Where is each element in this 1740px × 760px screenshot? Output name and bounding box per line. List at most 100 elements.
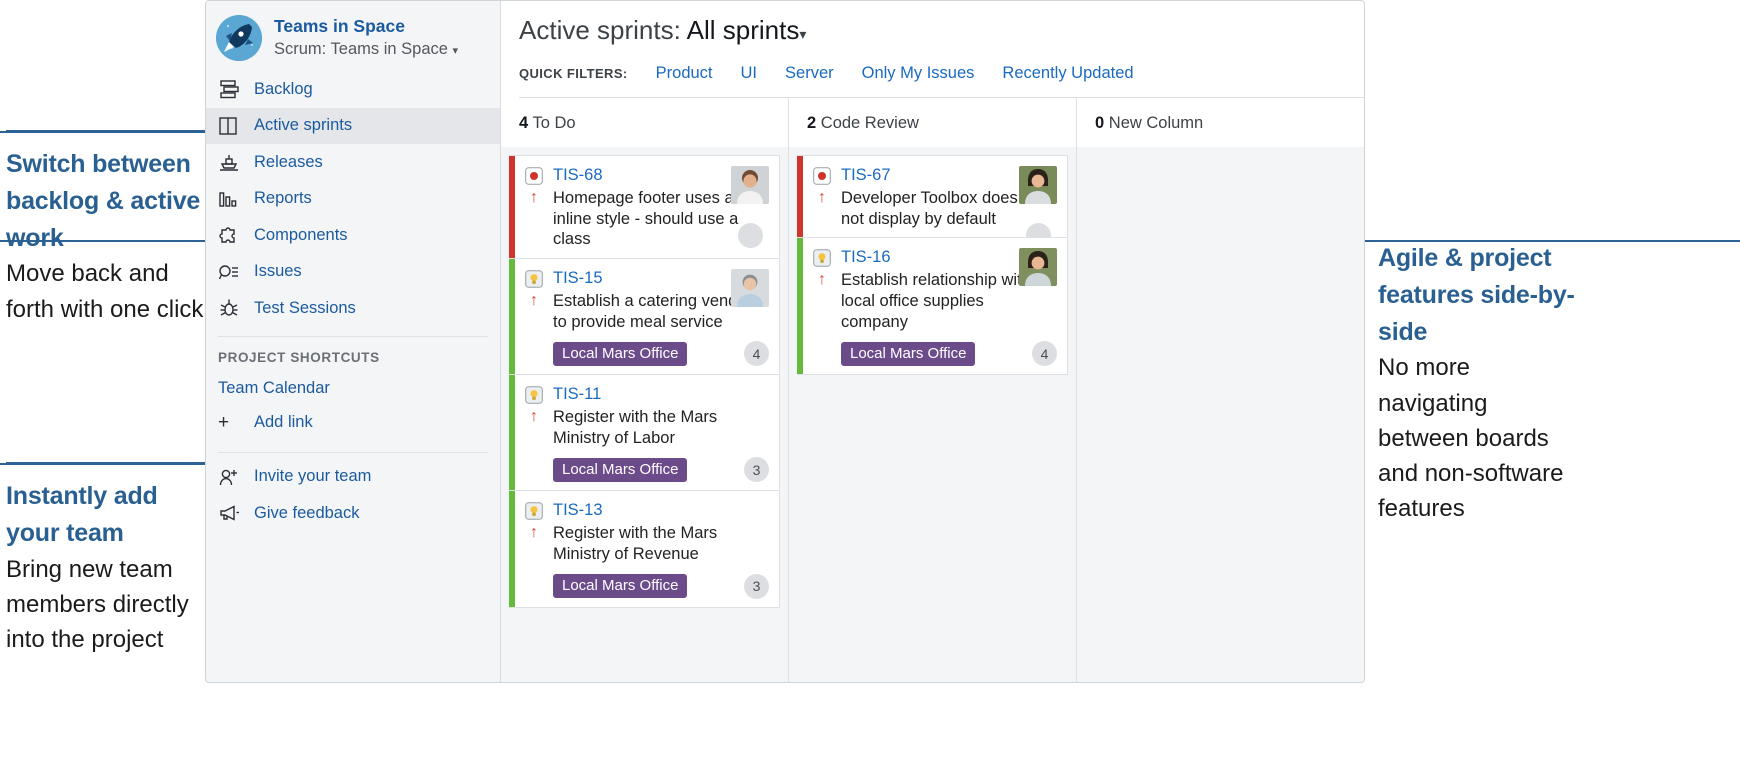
column-name: Code Review — [820, 114, 919, 132]
annotation-rule — [6, 462, 206, 464]
sidebar-item-active-sprints[interactable]: Active sprints — [206, 107, 500, 144]
sidebar-item-backlog[interactable]: Backlog — [206, 71, 500, 108]
avatar — [1019, 248, 1057, 287]
sidebar-item-issues[interactable]: Issues — [206, 254, 500, 291]
sidebar-item-components[interactable]: Components — [206, 217, 500, 254]
card-summary: Register with the Mars Ministry of Labor — [553, 408, 718, 447]
card-assignee[interactable] — [1019, 248, 1057, 287]
chevron-down-icon: ▾ — [452, 45, 459, 58]
sidebar-item-test-sessions[interactable]: Test Sessions — [206, 290, 500, 327]
annotation-agile-side-by-side: Agile & project features side-by-side No… — [1378, 240, 1578, 527]
card-summary: Developer Toolbox does not display by de… — [841, 189, 1018, 228]
card-assignee[interactable] — [1019, 166, 1057, 248]
plus-icon: + — [218, 411, 230, 433]
annotation-body: No more navigating between boards and no… — [1378, 354, 1564, 523]
page-title: Active sprints: All sprints▾ — [519, 15, 1364, 46]
priority-up-icon: ↑ — [530, 189, 538, 206]
card-estimate[interactable]: 3 — [744, 457, 769, 483]
bar-chart-icon — [218, 189, 248, 209]
priority-up-icon: ↑ — [818, 271, 826, 289]
card-summary: Establish relationship with local office… — [841, 271, 1031, 331]
card-label[interactable]: Local Mars Office — [553, 457, 688, 482]
column-header: 0 New Column — [1077, 98, 1364, 147]
story-icon — [525, 270, 543, 288]
quick-filters-label: QUICK FILTERS: — [519, 66, 628, 81]
card-assignee[interactable] — [731, 166, 769, 248]
annotation-switch-backlog: Switch between backlog & active work Mov… — [6, 130, 206, 327]
quick-filter-ui[interactable]: UI — [741, 64, 758, 83]
column-header: 2 Code Review — [789, 98, 1076, 147]
column-cards[interactable]: TIS-68 ↑ Homepage footer uses an inline … — [501, 147, 788, 682]
card-summary: Register with the Mars Ministry of Reven… — [553, 524, 718, 563]
project-avatar-rocket-icon — [216, 15, 262, 61]
add-link-button[interactable]: + Add link — [206, 403, 500, 443]
card-key[interactable]: TIS-13 — [553, 501, 603, 520]
quick-filter-server[interactable]: Server — [785, 64, 834, 83]
column-count: 4 — [519, 114, 529, 132]
sidebar-item-invite-your-team[interactable]: Invite your team — [206, 459, 500, 496]
card-key[interactable]: TIS-68 — [553, 166, 603, 185]
board-columns-icon — [218, 116, 248, 136]
card-estimate[interactable]: 3 — [744, 573, 769, 599]
card-key[interactable]: TIS-15 — [553, 269, 603, 288]
card-estimate[interactable]: 4 — [1032, 341, 1057, 367]
sidebar-item-label: Reports — [254, 189, 312, 208]
column-cards[interactable]: TIS-67 ↑ Developer Toolbox does not disp… — [789, 147, 1076, 682]
sidebar-item-label: Releases — [254, 152, 323, 171]
board-card[interactable]: TIS-13 ↑ Register with the Mars Ministry… — [509, 490, 780, 608]
bug-icon — [525, 167, 543, 185]
card-assignee[interactable] — [731, 268, 769, 307]
add-link-label: Add link — [254, 413, 313, 431]
annotation-body: Bring new team members directly into the… — [6, 555, 189, 654]
column-name: New Column — [1108, 114, 1204, 132]
card-key[interactable]: TIS-16 — [841, 248, 891, 267]
annotation-body: Move back and forth with one click — [6, 260, 204, 323]
quick-filters-bar: QUICK FILTERS: Product UI Server Only My… — [519, 64, 1364, 98]
project-header[interactable]: Teams in Space Scrum: Teams in Space ▾ — [206, 9, 500, 71]
sidebar-shortcut-team-calendar[interactable]: Team Calendar — [206, 374, 500, 403]
board-card[interactable]: TIS-16 ↑ Establish relationship with loc… — [797, 237, 1068, 376]
sidebar-item-releases[interactable]: Releases — [206, 144, 500, 181]
board-card[interactable]: TIS-15 ↑ Establish a catering vendor to … — [509, 257, 780, 376]
sidebar-item-reports[interactable]: Reports — [206, 181, 500, 218]
card-estimate[interactable]: 4 — [744, 341, 769, 367]
quick-filter-only-my-issues[interactable]: Only My Issues — [862, 64, 975, 83]
card-label[interactable]: Local Mars Office — [553, 574, 688, 599]
project-shortcuts-heading: PROJECT SHORTCUTS — [218, 349, 380, 365]
sidebar-item-label: Invite your team — [254, 467, 372, 486]
card-label[interactable]: Local Mars Office — [841, 341, 976, 366]
card-key[interactable]: TIS-11 — [553, 385, 601, 404]
sprint-selector[interactable]: All sprints — [687, 15, 800, 45]
chevron-down-icon[interactable]: ▾ — [799, 26, 806, 42]
board-columns: 4 To Do TIS-68 ↑ Homepage footer uses an… — [501, 98, 1364, 682]
column-count: 0 — [1095, 114, 1105, 132]
board-card[interactable]: TIS-67 ↑ Developer Toolbox does not disp… — [797, 155, 1068, 248]
quick-filter-product[interactable]: Product — [656, 64, 713, 83]
sidebar-item-give-feedback[interactable]: Give feedback — [206, 495, 500, 532]
project-board-selector[interactable]: Scrum: Teams in Space ▾ — [274, 40, 458, 60]
puzzle-piece-icon — [218, 225, 248, 245]
board-card[interactable]: TIS-68 ↑ Homepage footer uses an inline … — [509, 155, 780, 259]
card-label[interactable]: Local Mars Office — [553, 341, 688, 366]
avatar — [731, 268, 769, 307]
board-card[interactable]: TIS-11 ↑ Register with the Mars Ministry… — [509, 374, 780, 492]
card-key[interactable]: TIS-67 — [841, 166, 891, 185]
sidebar-item-label: Active sprints — [254, 116, 353, 135]
search-list-icon — [218, 262, 248, 282]
column-cards[interactable] — [1077, 147, 1364, 682]
annotation-title: Switch between backlog & active work — [6, 150, 201, 252]
card-summary: Homepage footer uses an inline style - s… — [553, 189, 743, 249]
quick-filter-recently-updated[interactable]: Recently Updated — [1002, 64, 1133, 83]
sidebar-item-label: Test Sessions — [254, 298, 356, 317]
sidebar-item-label: Give feedback — [254, 503, 360, 522]
priority-up-icon: ↑ — [530, 524, 538, 542]
board-area: Active sprints: All sprints▾ QUICK FILTE… — [501, 1, 1364, 682]
bug-icon — [813, 167, 831, 185]
board-column-to-do: 4 To Do TIS-68 ↑ Homepage footer uses an… — [501, 98, 789, 682]
card-summary: Establish a catering vendor to provide m… — [553, 291, 753, 331]
backlog-icon — [218, 79, 248, 99]
jira-board-window: Teams in Space Scrum: Teams in Space ▾ B… — [205, 0, 1365, 683]
project-board-label: Scrum: Teams in Space — [274, 40, 448, 59]
annotation-rule — [6, 130, 206, 132]
bug-icon — [218, 298, 248, 318]
